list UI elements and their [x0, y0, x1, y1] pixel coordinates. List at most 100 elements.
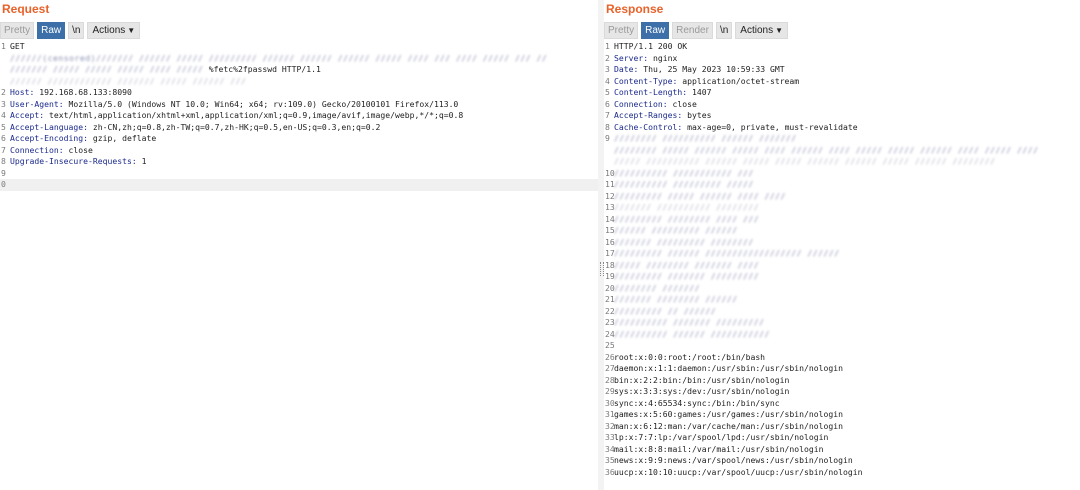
editor-line: 5 Accept-Language: zh-CN,zh;q=0.8,zh-TW;q…	[0, 122, 598, 134]
editor-line: 28bin:x:2:2:bin:/bin:/usr/sbin/nologin	[604, 375, 1080, 387]
editor-line: 2 Host: 192.168.68.133:8090	[0, 87, 598, 99]
response-title: Response	[606, 2, 664, 16]
redacted-text: ////// ///////// //////	[614, 225, 738, 235]
response-pane: Response Pretty Raw Render \n Actions ▼ 1…	[604, 0, 1080, 490]
redacted-text: ///// //////// /////// ////	[614, 259, 760, 270]
response-raw-tab[interactable]: Raw	[641, 21, 670, 39]
line-number: 2	[605, 52, 610, 63]
header-name: Accept-Ranges:	[614, 110, 683, 120]
header-value: Thu, 25 May 2023 10:59:33 GMT	[638, 64, 785, 74]
editor-line: 17///////// ////// ////////////////// //…	[604, 248, 1080, 260]
header-value: 1407	[687, 87, 712, 97]
redacted-text: /////// ////////// ////////	[614, 202, 760, 212]
line-number: 0	[1, 179, 6, 189]
line-number: 1	[1, 41, 6, 51]
chevron-down-icon: ▼	[127, 25, 136, 35]
header-value: Mozilla/5.0 (Windows NT 10.0; Win64; x64…	[63, 98, 459, 109]
editor-line: 20//////// ///////	[604, 283, 1080, 295]
request-editor[interactable]: 1 GET//////(censored)/////// ////// /////…	[0, 41, 598, 490]
redacted-text: //////(censored)/////// ////// ///// ///…	[10, 52, 548, 63]
line-number: 1	[605, 41, 610, 51]
editor-line: 3 Date: Thu, 25 May 2023 10:59:33 GMT	[604, 64, 1080, 76]
header-name: Upgrade-Insecure-Requests:	[10, 156, 137, 166]
redacted-text: ///////// //////// //// ///	[614, 213, 760, 224]
header-name: Content-Type:	[614, 75, 678, 86]
line-number: 8	[1, 156, 6, 166]
editor-line: 6 Connection: close	[604, 99, 1080, 111]
response-editor[interactable]: 1 HTTP/1.1 200 OK 2 Server: nginx 3 Date: Thu…	[604, 41, 1080, 490]
editor-line: 8 Cache-Control: max-age=0, private, must…	[604, 122, 1080, 134]
line-number: 31	[605, 409, 615, 419]
response-toolbar: Pretty Raw Render \n Actions ▼	[604, 21, 789, 39]
redacted-text: /////// //////// //////	[614, 294, 738, 304]
redacted-text: ////////// /////// /////////	[614, 317, 765, 327]
line-number: 3	[605, 64, 610, 74]
response-newline-toggle[interactable]: \n	[715, 21, 733, 39]
line-text: sync:x:4:65534:sync:/bin:/bin/sync	[614, 397, 780, 408]
editor-line: 4 Accept: text/html,application/xhtml+xml…	[0, 110, 598, 122]
editor-line: 16/////// ///////// ////////	[604, 237, 1080, 249]
editor-line: 6 Accept-Encoding: gzip, deflate	[0, 133, 598, 145]
editor-line: 11////////// ///////// /////	[604, 179, 1080, 191]
editor-line: ///// ////////// ////// ///// ///// ////…	[604, 156, 1080, 168]
editor-line: //////// ///// ////// ///// //// ////// …	[604, 145, 1080, 157]
request-raw-tab[interactable]: Raw	[37, 21, 66, 39]
line-number: 18	[605, 259, 615, 270]
editor-line: 29sys:x:3:3:sys:/dev:/usr/sbin/nologin	[604, 386, 1080, 398]
editor-line: 27daemon:x:1:1:daemon:/usr/sbin:/usr/sbi…	[604, 363, 1080, 375]
header-value: zh-CN,zh;q=0.8,zh-TW;q=0.7,zh-HK;q=0.5,e…	[87, 121, 381, 132]
editor-line: 35news:x:9:9:news:/var/spool/news:/usr/s…	[604, 455, 1080, 467]
editor-line: 10////////// /////////// ///	[604, 168, 1080, 180]
header-value: close	[667, 98, 697, 109]
header-name: Content-Length:	[614, 87, 688, 97]
header-value: gzip, deflate	[87, 133, 157, 143]
editor-line: 7 Accept-Ranges: bytes	[604, 110, 1080, 122]
editor-line: 1 HTTP/1.1 200 OK	[604, 41, 1080, 53]
line-number: 7	[605, 110, 610, 120]
line-number: 27	[605, 363, 615, 373]
header-value: 192.168.68.133:8090	[34, 87, 132, 97]
line-number: 17	[605, 248, 615, 258]
editor-line: //////(censored)/////// ////// ///// ///…	[0, 53, 598, 65]
line-text: uucp:x:10:10:uucp:/var/spool/uucp:/usr/s…	[614, 466, 863, 477]
line-number: 32	[605, 420, 615, 431]
editor-line: /////// ///// ///// ///// //// ///// %fe…	[0, 64, 598, 76]
response-actions-menu[interactable]: Actions ▼	[735, 21, 789, 39]
header-name: Server:	[614, 52, 649, 63]
header-name: Date:	[614, 64, 639, 74]
response-pretty-tab[interactable]: Pretty	[604, 21, 639, 39]
line-number: 3	[1, 98, 6, 109]
line-number: 4	[605, 75, 610, 86]
response-actions-label: Actions	[740, 24, 774, 36]
redacted-text: ///////// // //////	[614, 305, 717, 316]
line-number: 30	[605, 397, 615, 408]
line-number: 12	[605, 190, 615, 201]
editor-line: 13/////// ////////// ////////	[604, 202, 1080, 214]
line-number: 21	[605, 294, 615, 304]
line-text: root:x:0:0:root:/root:/bin/bash	[614, 351, 766, 362]
line-number: 33	[605, 432, 615, 442]
header-name: Connection:	[10, 144, 64, 155]
redacted-text: ////// //////////// /////// ///// //////…	[10, 75, 247, 86]
editor-line: 7 Connection: close	[0, 145, 598, 157]
request-pretty-tab[interactable]: Pretty	[0, 21, 35, 39]
redacted-text: ////////// ////// ///////////	[614, 328, 770, 339]
editor-line: 15////// ///////// //////	[604, 225, 1080, 237]
header-name: Host:	[10, 87, 35, 97]
request-newline-toggle[interactable]: \n	[68, 21, 85, 39]
line-text: daemon:x:1:1:daemon:/usr/sbin:/usr/sbin/…	[614, 363, 844, 373]
editor-line: 32man:x:6:12:man:/var/cache/man:/usr/sbi…	[604, 421, 1080, 433]
response-render-tab[interactable]: Render	[672, 21, 713, 39]
editor-line: 3 User-Agent: Mozilla/5.0 (Windows NT 10.…	[0, 99, 598, 111]
editor-line: ////// //////////// /////// ///// //////…	[0, 76, 598, 88]
request-actions-menu[interactable]: Actions ▼	[87, 21, 141, 39]
redacted-text: ///// ////////// ////// ///// ///// ////…	[614, 156, 996, 166]
line-text: lp:x:7:7:lp:/var/spool/lpd:/usr/sbin/nol…	[614, 432, 829, 442]
chevron-down-icon: ▼	[775, 25, 784, 35]
editor-line: 24////////// ////// ///////////	[604, 329, 1080, 341]
line-number: 5	[605, 87, 610, 97]
line-number: 8	[605, 121, 610, 132]
line-number: 36	[605, 466, 615, 477]
line-text: GET	[10, 41, 25, 51]
line-number: 6	[605, 98, 610, 109]
